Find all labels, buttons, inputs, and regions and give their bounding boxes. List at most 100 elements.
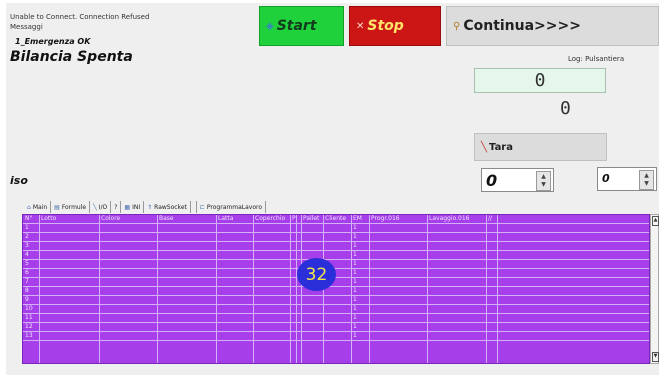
grid-row-line xyxy=(23,277,649,278)
column-header[interactable]: Base xyxy=(159,215,174,222)
grid-column-line xyxy=(427,215,428,363)
home-icon: ⌂ xyxy=(27,203,31,211)
grid-column-line xyxy=(253,215,254,363)
start-icon: ◈ xyxy=(266,20,274,32)
tab-help[interactable]: ? xyxy=(111,201,122,213)
tab-label: Formule xyxy=(61,203,87,211)
grid-row-line xyxy=(23,295,649,296)
tara-button-label: Tara xyxy=(489,141,513,153)
tara-icon: ╲ xyxy=(481,141,488,153)
tab-label: RawSocket xyxy=(154,203,187,211)
socket-icon: ⇑ xyxy=(147,203,153,211)
page-title: Bilancia Spenta xyxy=(10,49,133,65)
tab-main[interactable]: ⌂ Main xyxy=(24,201,52,213)
row-number: 5 xyxy=(25,260,29,267)
column-header[interactable]: Colore xyxy=(101,215,120,222)
count-badge: 32 xyxy=(297,258,336,291)
grid-row-line xyxy=(23,241,649,242)
grid-row-line xyxy=(23,268,649,269)
grid-row-line xyxy=(23,250,649,251)
grid-row-line xyxy=(23,304,649,305)
tab-programmalavoro[interactable]: ⊏ ProgrammaLavoro xyxy=(195,201,266,213)
em-cell: 1 xyxy=(353,251,357,258)
column-header[interactable]: N° xyxy=(25,215,33,222)
grid-row-line xyxy=(23,232,649,233)
stop-button[interactable]: ✕ Stop xyxy=(349,6,441,46)
spinbox-arrows-icon[interactable]: ▲ ▼ xyxy=(536,171,551,191)
scroll-down-icon[interactable]: ▼ xyxy=(652,352,659,362)
program-icon: ⊏ xyxy=(199,203,205,211)
grid-row-line xyxy=(23,259,649,260)
grid-row-line xyxy=(23,223,649,224)
em-cell: 1 xyxy=(353,323,357,330)
stop-button-label: Stop xyxy=(367,18,404,34)
row-number: 10 xyxy=(25,305,33,312)
row-number: 11 xyxy=(25,314,33,321)
column-header[interactable]: Lavaggio.016 xyxy=(429,215,469,222)
em-cell: 1 xyxy=(353,314,357,321)
ini-icon: ▦ xyxy=(124,203,131,211)
tab-label: INI xyxy=(132,203,141,211)
grid-column-line xyxy=(486,215,487,363)
column-header[interactable]: EM xyxy=(353,215,362,222)
stop-icon: ✕ xyxy=(356,20,365,32)
grid-row-line xyxy=(23,286,649,287)
grid-column-line xyxy=(99,215,100,363)
search-icon: ⚲ xyxy=(453,20,461,32)
tab-rawsocket[interactable]: ⇑ RawSocket xyxy=(144,201,191,213)
grid-row-line xyxy=(23,322,649,323)
column-header[interactable]: P xyxy=(292,215,296,222)
column-header[interactable]: Lotto xyxy=(41,215,56,222)
column-header[interactable]: Cliente xyxy=(325,215,346,222)
em-cell: 1 xyxy=(353,269,357,276)
row-number: 1 xyxy=(25,224,29,231)
em-cell: 1 xyxy=(353,260,357,267)
secondary-spinbox-value: 0 xyxy=(602,172,610,185)
tab-formule[interactable]: ▤ Formule xyxy=(51,201,91,213)
tab-label: ? xyxy=(114,203,118,211)
wrench-icon: ╲ xyxy=(93,203,97,211)
column-header[interactable]: // xyxy=(488,215,492,222)
column-header[interactable]: Coperchio xyxy=(255,215,285,222)
grid-column-line xyxy=(39,215,40,363)
log-label: Log: Pulsantiera xyxy=(568,55,625,63)
grid-column-line xyxy=(301,215,302,363)
row-number: 4 xyxy=(25,251,29,258)
continue-button[interactable]: ⚲ Continua>>>> xyxy=(446,6,659,46)
scroll-up-icon[interactable]: ▲ xyxy=(652,216,659,226)
column-header[interactable]: Latta xyxy=(218,215,233,222)
row-number: 13 xyxy=(25,332,33,339)
tara-button[interactable]: ╲ Tara xyxy=(474,133,607,161)
grid-column-line xyxy=(157,215,158,363)
weight-display-secondary: 0 xyxy=(560,98,571,119)
tab-label: I/O xyxy=(98,203,108,211)
grid-column-line xyxy=(216,215,217,363)
tab-bar: ⌂ Main ▤ Formule ╲ I/O ? ▦ INI ⇑ RawSocket ⊏ P… xyxy=(24,201,266,213)
grid-column-line xyxy=(369,215,370,363)
job-table[interactable]: N° Lotto Colore Base Latta Coperchio P Pallet Cl… xyxy=(22,214,650,364)
row-number: 8 xyxy=(25,287,29,294)
tab-io[interactable]: ╲ I/O xyxy=(90,201,112,213)
iso-spinbox[interactable]: 0 ▲ ▼ xyxy=(481,168,554,192)
continue-button-label: Continua>>>> xyxy=(463,18,581,34)
tab-label: ProgrammaLavoro xyxy=(206,203,262,211)
em-cell: 1 xyxy=(353,287,357,294)
weight-display: 0 xyxy=(474,68,606,93)
messages-label: Messaggi xyxy=(10,23,43,31)
row-number: 2 xyxy=(25,233,29,240)
tab-ini[interactable]: ▦ INI xyxy=(121,201,145,213)
column-header[interactable]: Pallet xyxy=(303,215,319,222)
row-number: 12 xyxy=(25,323,33,330)
emergency-status: 1_Emergenza OK xyxy=(15,37,91,46)
iso-spinbox-value: 0 xyxy=(486,171,498,190)
start-button[interactable]: ◈ Start xyxy=(259,6,344,46)
grid-row-line xyxy=(23,313,649,314)
row-number: 6 xyxy=(25,269,29,276)
secondary-spinbox[interactable]: 0 ▲ ▼ xyxy=(597,167,657,191)
em-cell: 1 xyxy=(353,278,357,285)
table-scrollbar[interactable]: ▲ ▼ xyxy=(650,214,659,364)
grid-column-line xyxy=(290,215,291,363)
em-cell: 1 xyxy=(353,305,357,312)
spinbox-arrows-icon[interactable]: ▲ ▼ xyxy=(639,170,654,190)
column-header[interactable]: Progr.016 xyxy=(371,215,400,222)
